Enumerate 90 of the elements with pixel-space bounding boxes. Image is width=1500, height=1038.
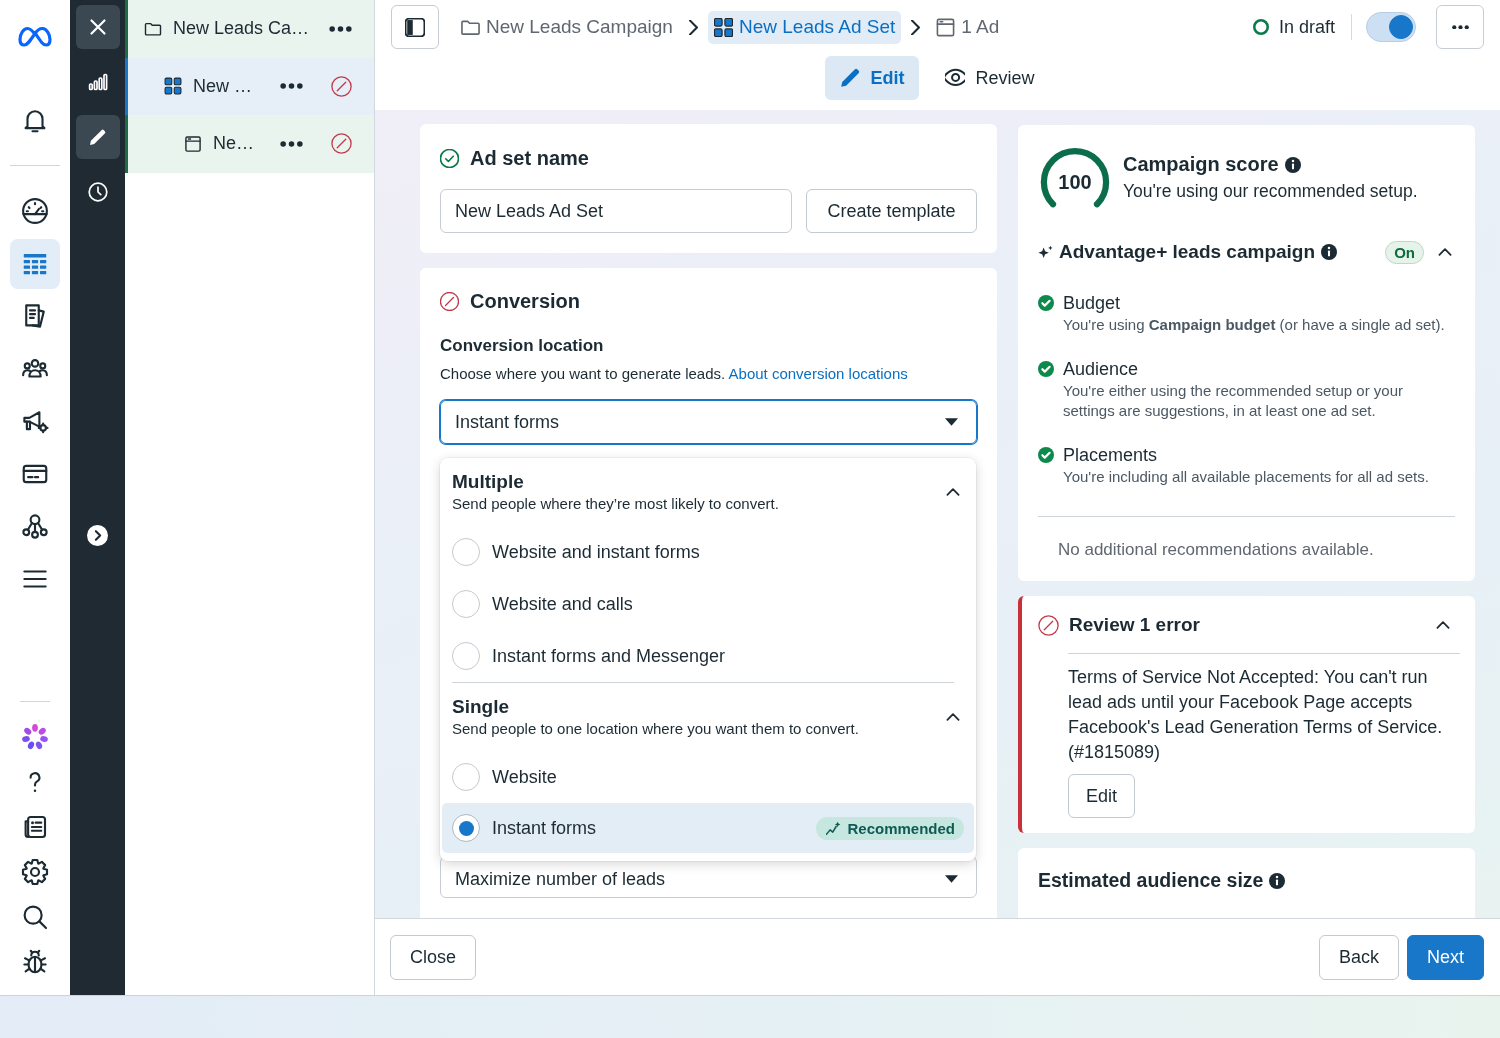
info-icon[interactable] bbox=[1321, 244, 1338, 260]
info-icon[interactable] bbox=[1269, 872, 1286, 889]
item-description: You're using Campaign budget (or have a single ad set). bbox=[1063, 315, 1445, 335]
item-description: You're either using the recommended setup or your settings are suggestions, in at least one ad set. bbox=[1063, 380, 1404, 421]
menu-option[interactable]: Website and instant forms bbox=[442, 526, 974, 578]
status-badge: On bbox=[1385, 240, 1424, 264]
tree-item[interactable]: New … bbox=[125, 57, 374, 115]
footer-button[interactable]: Close bbox=[390, 934, 477, 980]
card-title: Estimated audience size bbox=[1038, 869, 1264, 892]
chevron-up-icon[interactable] bbox=[946, 488, 960, 496]
radio-button[interactable] bbox=[452, 642, 480, 670]
pencil-icon bbox=[840, 68, 861, 88]
score-subtitle: You're using our recommended setup. bbox=[1123, 181, 1418, 202]
chevron-right-icon bbox=[688, 19, 698, 35]
mode-tab[interactable]: Review bbox=[930, 56, 1050, 100]
recommendation-note: No additional recommendations available. bbox=[1057, 539, 1375, 561]
chevron-right-icon[interactable] bbox=[87, 525, 108, 546]
caret-down-icon bbox=[945, 875, 958, 883]
name-input[interactable]: New Leads Ad Set bbox=[440, 189, 792, 233]
radio-button[interactable] bbox=[452, 538, 480, 566]
menu-option[interactable]: Instant forms Recommended bbox=[442, 803, 974, 853]
network-icon[interactable] bbox=[20, 511, 50, 541]
radio-button[interactable] bbox=[452, 590, 480, 618]
tree-item[interactable]: New Leads Ca… bbox=[125, 0, 374, 58]
status-label: In draft bbox=[1278, 16, 1335, 38]
chevron-up-icon[interactable] bbox=[1438, 248, 1452, 256]
group-description: Send people to one location where you want them to convert. bbox=[452, 719, 860, 739]
breadcrumb-link[interactable]: New Leads Campaign bbox=[455, 10, 679, 44]
more-icon[interactable] bbox=[280, 140, 303, 147]
primary-button[interactable]: Next bbox=[1407, 934, 1484, 980]
pencil-icon[interactable] bbox=[75, 115, 120, 159]
status-ring-icon bbox=[1252, 19, 1269, 35]
tree-item[interactable]: Ne… bbox=[125, 115, 374, 173]
more-icon[interactable] bbox=[329, 25, 352, 32]
group-title: Single bbox=[452, 695, 510, 719]
speedometer-icon[interactable] bbox=[20, 196, 50, 226]
item-description: You're including all available placements for all ad sets. bbox=[1063, 466, 1429, 487]
toggle-switch[interactable] bbox=[1366, 12, 1416, 42]
sidebar-toggle-button[interactable] bbox=[391, 5, 439, 49]
badge-label: Recommended bbox=[847, 819, 955, 837]
mode-tab[interactable]: Edit bbox=[825, 56, 920, 100]
group-title: Multiple bbox=[452, 470, 525, 494]
settings-icon[interactable] bbox=[20, 857, 50, 887]
more-icon[interactable] bbox=[280, 83, 303, 90]
item-title: Placements bbox=[1063, 443, 1159, 466]
section-description: Choose where you want to generate leads. About conversion locations bbox=[440, 364, 909, 384]
footer-button[interactable]: Back bbox=[1318, 934, 1399, 980]
info-icon[interactable] bbox=[1284, 156, 1301, 173]
create-template-button[interactable]: Create template bbox=[806, 189, 977, 233]
breadcrumb-link[interactable]: 1 Ad bbox=[930, 10, 1006, 44]
trend-icon bbox=[826, 821, 842, 835]
flower-icon[interactable] bbox=[20, 722, 50, 752]
select-field[interactable]: Instant forms bbox=[440, 400, 977, 444]
grid-icon bbox=[713, 17, 733, 37]
infinity-logo-icon[interactable] bbox=[17, 25, 53, 49]
window-icon bbox=[183, 133, 203, 154]
error-message: Terms of Service Not Accepted: You can't run lead ads until your Facebook Page accepts Facebook's Lead Generation Terms of Service. (#1815089) bbox=[1068, 666, 1444, 764]
score-value: 100 bbox=[1057, 170, 1093, 194]
card-title: Conversion bbox=[470, 289, 581, 313]
chevron-up-icon[interactable] bbox=[946, 713, 960, 721]
error-icon bbox=[1038, 614, 1059, 636]
section-title: Conversion location bbox=[440, 335, 605, 357]
table-icon[interactable] bbox=[10, 238, 60, 289]
grid-icon bbox=[163, 76, 183, 97]
group-description: Send people where they’re most likely to convert. bbox=[452, 494, 780, 514]
more-icon bbox=[1451, 24, 1469, 30]
radio-button[interactable] bbox=[452, 814, 480, 842]
close-button[interactable] bbox=[75, 5, 120, 49]
menu-option[interactable]: Website bbox=[442, 751, 974, 803]
item-title: Budget bbox=[1063, 292, 1122, 314]
card-title: Ad set name bbox=[470, 146, 589, 170]
score-gauge bbox=[1040, 147, 1110, 208]
clock-icon[interactable] bbox=[85, 180, 110, 204]
section-title: Advantage+ leads campaign bbox=[1059, 241, 1316, 263]
breadcrumb-link[interactable]: New Leads Ad Set bbox=[707, 10, 902, 44]
menu-option[interactable]: Instant forms and Messenger bbox=[442, 630, 974, 682]
window-icon bbox=[936, 17, 956, 37]
card-title: Campaign score bbox=[1123, 153, 1279, 176]
card-title: Review 1 error bbox=[1069, 614, 1200, 636]
sparkle-icon bbox=[1038, 245, 1053, 259]
chevron-right-icon bbox=[911, 19, 921, 35]
eye-icon bbox=[945, 68, 966, 88]
help-link[interactable]: About conversion locations bbox=[728, 365, 908, 382]
menu-option[interactable]: Website and calls bbox=[442, 578, 974, 630]
edit-button[interactable]: Edit bbox=[1068, 774, 1136, 818]
chevron-up-icon[interactable] bbox=[1436, 621, 1450, 629]
caret-down-icon bbox=[945, 418, 958, 426]
radio-button[interactable] bbox=[452, 763, 480, 791]
item-title: Audience bbox=[1063, 357, 1140, 380]
panel-icon bbox=[405, 17, 425, 37]
